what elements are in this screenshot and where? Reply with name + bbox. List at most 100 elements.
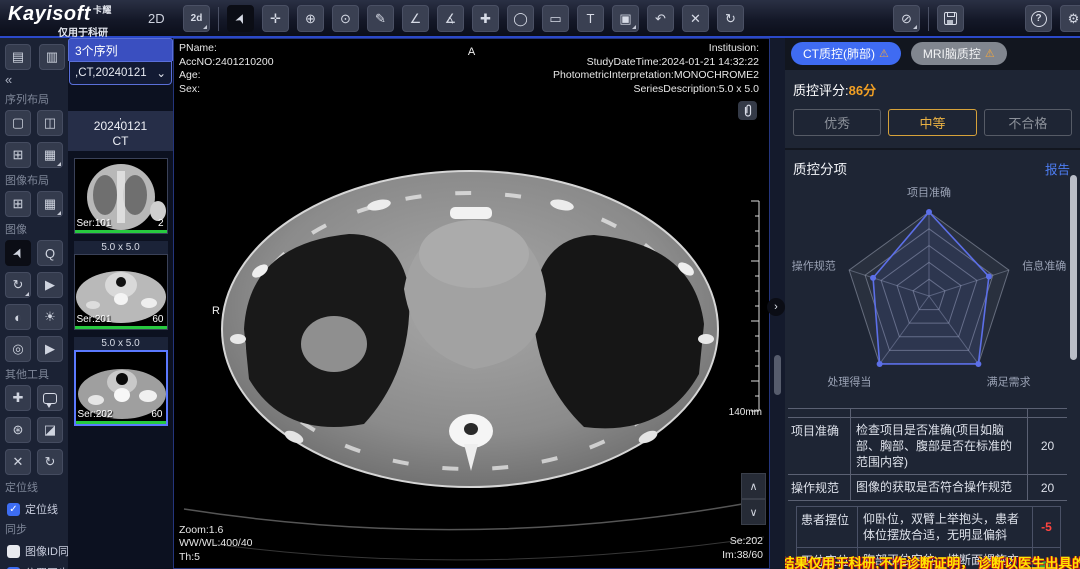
report-panel-toggle-button[interactable]: ▥: [39, 44, 65, 70]
criterion-score: 20: [1027, 475, 1067, 500]
text-annotation-icon: T: [587, 12, 595, 25]
delete-tool-button[interactable]: ✕: [5, 449, 31, 475]
image-brightness-icon: ☀: [44, 309, 56, 325]
series-layout-1x1-icon: ▢: [12, 115, 24, 131]
ai-tool-button[interactable]: ⊛: [5, 417, 31, 443]
settings-button[interactable]: ⚙: [1060, 5, 1080, 32]
grade-medium-button[interactable]: 中等: [888, 109, 976, 136]
scroll-down-button[interactable]: ∨: [741, 499, 766, 525]
left-tool-sidebar: ▤▥ « 序列布局▢◫⊞▦图像布局⊞▦图像➤Q↻▶◐☀◎▶其他工具✚⊛◪✕↻ 定…: [0, 38, 68, 569]
probe-tool-button[interactable]: ✚: [472, 5, 499, 32]
series-layout-2x2-button[interactable]: ⊞: [5, 142, 31, 168]
checkbox-定位线[interactable]: ✓定位线: [7, 501, 65, 517]
image-pointer-button[interactable]: ➤: [5, 240, 31, 266]
image-invert-button[interactable]: ◐: [5, 304, 31, 330]
image-layout-2x2-button[interactable]: ⊞: [5, 191, 31, 217]
eraser-tool-button[interactable]: ◪: [37, 417, 63, 443]
angle-measure-button[interactable]: ∠: [402, 5, 429, 32]
grade-excellent-button[interactable]: 优秀: [793, 109, 881, 136]
delete-annotation-icon: ✕: [690, 12, 701, 25]
image-magnifier-button[interactable]: Q: [37, 240, 63, 266]
checkbox-label: 位置同步: [25, 565, 69, 569]
reset-view-button[interactable]: ↻: [717, 5, 744, 32]
qc-score-table: 项目准确 检查项目是否准确(项目如脑部、胸部、腹部是否在标准的范围内容) 20 …: [788, 408, 1067, 569]
expand-right-panel-button[interactable]: ›: [767, 298, 785, 316]
series-thumbnail-201[interactable]: 5.0 x 5.0 Ser:201 60: [74, 241, 168, 330]
ellipse-roi-button[interactable]: ◯: [507, 5, 534, 32]
image-count-label: 60: [152, 314, 163, 325]
viewport-scrollbar-thumb[interactable]: [774, 355, 781, 395]
study-select-value: ,CT,20240121: [75, 67, 147, 79]
grade-fail-button[interactable]: 不合格: [984, 109, 1072, 136]
orientation-marker-anterior: A: [468, 46, 475, 58]
rect-roi-button[interactable]: ▭: [542, 5, 569, 32]
scroll-up-button[interactable]: ∧: [741, 473, 766, 499]
pointer-tool-button[interactable]: ➤: [227, 5, 254, 32]
cobb-angle-button[interactable]: ∡: [437, 5, 464, 32]
image-brightness-button[interactable]: ☀: [37, 304, 63, 330]
ct-image-viewport[interactable]: PName:AccNO:2401210200Age:Sex: Institusi…: [173, 38, 770, 569]
save-button[interactable]: [937, 5, 964, 32]
delete-annotation-button[interactable]: ✕: [682, 5, 709, 32]
tab-mri-brain-qc[interactable]: MRI脑质控 ⚠: [911, 42, 1007, 65]
app-window: Kayisoft卡耀 仅用于科研 2D 2d➤✛⊕⊙✎∠∡✚◯▭T▣↶✕↻ ⊘ …: [0, 0, 1080, 569]
series-thumbnail-scout[interactable]: Ser:101 2: [74, 158, 168, 234]
ellipse-roi-icon: ◯: [513, 12, 528, 25]
probe-tool-icon: ✚: [480, 12, 491, 25]
image-scroll-play-button[interactable]: ▶: [37, 272, 63, 298]
pan-tool-icon: ✛: [270, 12, 281, 25]
zoom-wwwl-overlay: Zoom:1.6WW/WL:400/40Th:5: [179, 524, 253, 565]
sidebar-tool-grid: ▢ ◫ ⊞ ▦: [5, 110, 65, 168]
series-thumbnail-202[interactable]: 5.0 x 5.0 Ser:202 60: [74, 337, 168, 426]
help-button[interactable]: ?: [1025, 5, 1052, 32]
overlay-line: Im:38/60: [722, 549, 763, 563]
series-layout-1x2-icon: ◫: [44, 115, 56, 131]
image-rotate-button[interactable]: ↻: [5, 272, 31, 298]
wl-preset-button[interactable]: ▣: [612, 5, 639, 32]
image-layout-2x2-icon: ⊞: [13, 196, 24, 212]
tab-ct-lung-qc[interactable]: CT质控(肺部) ⚠: [791, 42, 901, 65]
crosshair-tool-icon: ✚: [13, 390, 24, 406]
qc-score-row: 质控评分:86分: [785, 70, 1080, 107]
qc-panel: CT质控(肺部) ⚠ MRI脑质控 ⚠ 质控评分:86分 优秀 中等 不合格 质…: [785, 38, 1080, 569]
warning-icon: ⚠: [879, 47, 889, 60]
link-series-button[interactable]: [738, 101, 757, 120]
qc-panel-scrollbar-thumb[interactable]: [1070, 175, 1077, 360]
stop-icon-button[interactable]: ⊘: [893, 5, 920, 32]
overlay-line: Zoom:1.6: [179, 524, 253, 538]
comment-tool-button[interactable]: [37, 385, 63, 411]
undo-button[interactable]: ↶: [647, 5, 674, 32]
settings-icon: ⚙: [1068, 12, 1080, 25]
toolbar-separator: [218, 7, 219, 31]
length-measure-button[interactable]: ✎: [367, 5, 394, 32]
zoom-in-tool-button[interactable]: ⊕: [297, 5, 324, 32]
sidebar-collapse-button[interactable]: «: [5, 72, 65, 87]
checkbox-位置同步[interactable]: ✓位置同步: [7, 565, 65, 569]
overlay-line: Institusion:: [553, 42, 759, 56]
sync-section-title: 同步: [5, 521, 65, 537]
reset-view-icon: ↻: [725, 12, 736, 25]
text-annotation-button[interactable]: T: [577, 5, 604, 32]
series-number-label: Ser:201: [77, 314, 112, 325]
image-cine-button[interactable]: ▶: [37, 336, 63, 362]
series-panel-toggle-button[interactable]: ▤: [5, 44, 31, 70]
window-level-tool-button[interactable]: ⊙: [332, 5, 359, 32]
checkbox-图像ID同步[interactable]: 图像ID同步: [7, 543, 65, 559]
reset-tool-button[interactable]: ↻: [37, 449, 63, 475]
study-select-dropdown[interactable]: ,CT,20240121 ⌄: [69, 61, 172, 85]
series-layout-2x2-icon: ⊞: [13, 147, 24, 163]
series-layout-3x3-icon: ▦: [44, 147, 56, 163]
sidebar-section-title: 图像: [5, 221, 65, 237]
mode-2d-button[interactable]: 2d: [183, 5, 210, 32]
radar-axis-label: 处理得当: [827, 374, 871, 388]
sidebar-tool-grid: ⊞▦: [5, 191, 65, 217]
series-layout-1x2-button[interactable]: ◫: [37, 110, 63, 136]
orientation-marker-right: R: [212, 305, 220, 317]
series-layout-3x3-button[interactable]: ▦: [37, 142, 63, 168]
study-group-label: , 20240121 CT: [68, 111, 173, 151]
series-layout-1x1-button[interactable]: ▢: [5, 110, 31, 136]
image-localizer-button[interactable]: ◎: [5, 336, 31, 362]
image-layout-3x3-button[interactable]: ▦: [37, 191, 63, 217]
pan-tool-button[interactable]: ✛: [262, 5, 289, 32]
crosshair-tool-button[interactable]: ✚: [5, 385, 31, 411]
